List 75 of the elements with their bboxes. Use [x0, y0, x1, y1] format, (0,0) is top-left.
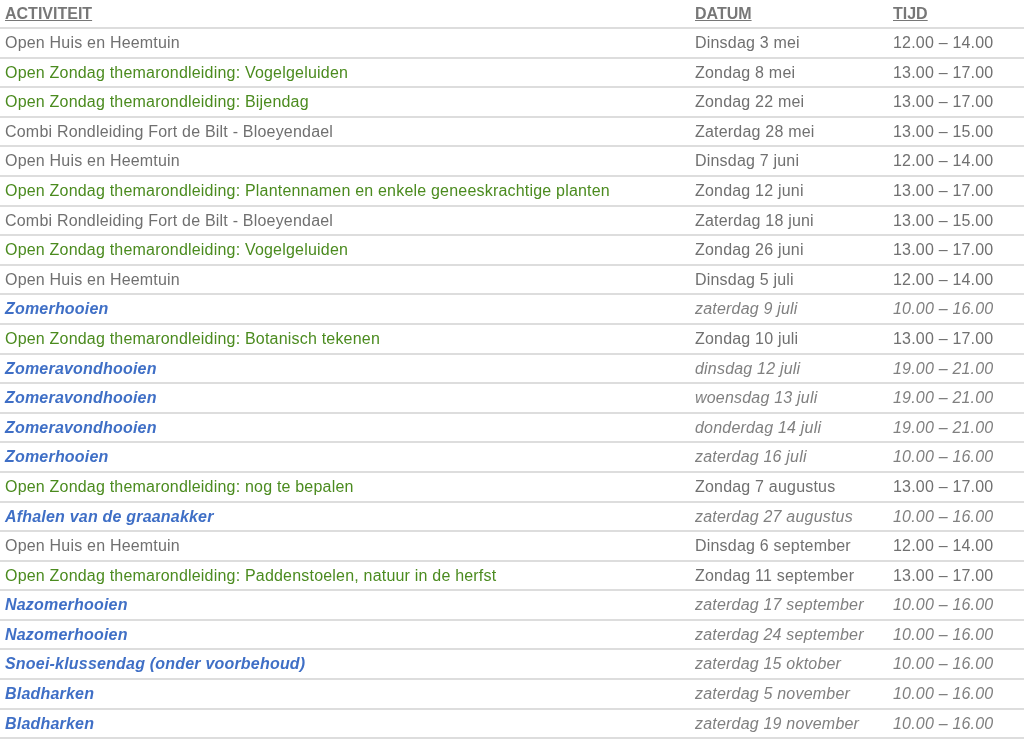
activity-cell: Open Zondag themarondleiding: Botanisch tekenen: [0, 324, 690, 355]
column-header: TIJD: [888, 0, 1024, 29]
activity-cell: Afhalen van de graanakker: [0, 502, 690, 533]
time-cell: 13.00 – 15.00: [888, 117, 1024, 148]
time-cell: 12.00 – 14.00: [888, 147, 1024, 177]
date-cell: zaterdag 17 september: [690, 591, 888, 621]
time-cell: 10.00 – 16.00: [888, 443, 1024, 473]
activity-cell: Zomeravondhooien: [0, 354, 690, 385]
time-cell: 19.00 – 21.00: [888, 384, 1024, 414]
activity-cell: Open Huis en Heemtuin: [0, 265, 690, 296]
date-cell: Zondag 8 mei: [690, 58, 888, 89]
date-cell: zaterdag 24 september: [690, 620, 888, 651]
activity-cell: Snoei-klussendag (onder voorbehoud): [0, 650, 690, 681]
time-cell: 13.00 – 17.00: [888, 236, 1024, 266]
activity-cell: Zomeravondhooien: [0, 413, 690, 444]
time-cell: 13.00 – 17.00: [888, 58, 1024, 89]
activity-cell: Open Zondag themarondleiding: Vogelgeluiden: [0, 58, 690, 89]
date-cell: zaterdag 15 oktober: [690, 650, 888, 681]
activity-cell: Open Huis en Heemtuin: [0, 532, 690, 562]
date-cell: Dinsdag 7 juni: [690, 147, 888, 177]
date-cell: Zondag 12 juni: [690, 176, 888, 207]
activity-cell: Bladharken: [0, 680, 690, 710]
activity-cell: Open Zondag themarondleiding: Vogelgeluiden: [0, 236, 690, 266]
activity-cell: Combi Rondleiding Fort de Bilt - Bloeyendael: [0, 117, 690, 148]
date-cell: Zondag 10 juli: [690, 324, 888, 355]
date-cell: Dinsdag 5 juli: [690, 265, 888, 296]
activity-cell: Open Zondag themarondleiding: Plantennamen en enkele geneeskrachtige planten: [0, 176, 690, 207]
time-cell: 13.00 – 17.00: [888, 561, 1024, 592]
column-header: ACTIVITEIT: [0, 0, 690, 29]
time-cell: 13.00 – 17.00: [888, 324, 1024, 355]
date-cell: Dinsdag 3 mei: [690, 29, 888, 59]
time-cell: 13.00 – 17.00: [888, 88, 1024, 118]
time-cell: 13.00 – 17.00: [888, 176, 1024, 207]
activity-cell: Open Zondag themarondleiding: Bijendag: [0, 88, 690, 118]
date-cell: Zaterdag 18 juni: [690, 206, 888, 237]
activity-cell: Bladharken: [0, 709, 690, 739]
date-cell: Zondag 26 juni: [690, 236, 888, 266]
date-cell: zaterdag 19 november: [690, 709, 888, 739]
date-cell: Zondag 7 augustus: [690, 472, 888, 503]
date-cell: zaterdag 27 augustus: [690, 502, 888, 533]
time-cell: 10.00 – 16.00: [888, 620, 1024, 651]
time-cell: 12.00 – 14.00: [888, 29, 1024, 59]
time-cell: 10.00 – 16.00: [888, 709, 1024, 739]
column-header: DATUM: [690, 0, 888, 29]
activity-cell: Zomerhooien: [0, 443, 690, 473]
activity-cell: Nazomerhooien: [0, 620, 690, 651]
activity-cell: Open Zondag themarondleiding: nog te bepalen: [0, 472, 690, 503]
date-cell: dinsdag 12 juli: [690, 354, 888, 385]
time-cell: 19.00 – 21.00: [888, 413, 1024, 444]
date-cell: Dinsdag 6 september: [690, 532, 888, 562]
date-cell: woensdag 13 juli: [690, 384, 888, 414]
date-cell: donderdag 14 juli: [690, 413, 888, 444]
time-cell: 10.00 – 16.00: [888, 680, 1024, 710]
activity-cell: Combi Rondleiding Fort de Bilt - Bloeyendael: [0, 206, 690, 237]
activity-cell: Open Huis en Heemtuin: [0, 29, 690, 59]
time-cell: 19.00 – 21.00: [888, 354, 1024, 385]
date-cell: zaterdag 16 juli: [690, 443, 888, 473]
time-cell: 10.00 – 16.00: [888, 295, 1024, 325]
date-cell: Zaterdag 28 mei: [690, 117, 888, 148]
date-cell: Zondag 11 september: [690, 561, 888, 592]
activity-cell: Nazomerhooien: [0, 591, 690, 621]
time-cell: 13.00 – 15.00: [888, 206, 1024, 237]
date-cell: Zondag 22 mei: [690, 88, 888, 118]
time-cell: 12.00 – 14.00: [888, 532, 1024, 562]
date-cell: zaterdag 5 november: [690, 680, 888, 710]
activity-cell: Zomeravondhooien: [0, 384, 690, 414]
date-cell: zaterdag 9 juli: [690, 295, 888, 325]
activity-cell: Open Zondag themarondleiding: Paddenstoelen, natuur in de herfst: [0, 561, 690, 592]
activity-cell: Zomerhooien: [0, 295, 690, 325]
time-cell: 10.00 – 16.00: [888, 591, 1024, 621]
time-cell: 10.00 – 16.00: [888, 502, 1024, 533]
time-cell: 12.00 – 14.00: [888, 265, 1024, 296]
time-cell: 13.00 – 17.00: [888, 472, 1024, 503]
time-cell: 10.00 – 16.00: [888, 650, 1024, 681]
activity-cell: Open Huis en Heemtuin: [0, 147, 690, 177]
